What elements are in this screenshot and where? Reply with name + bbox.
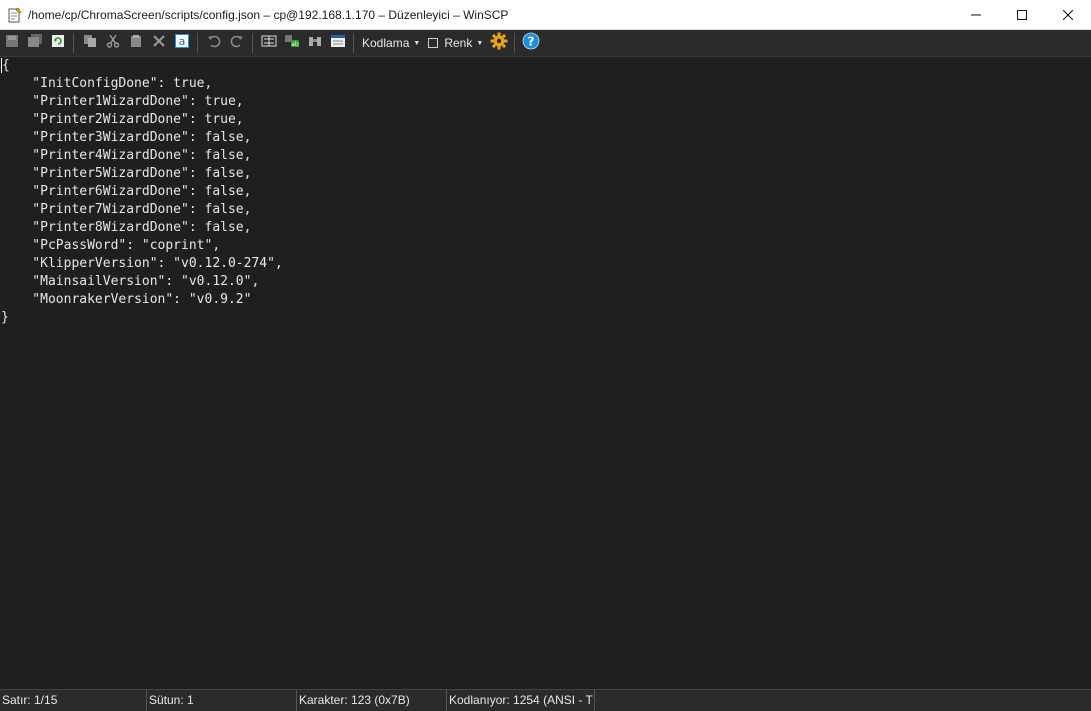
code-line: "Printer2WizardDone": true, <box>1 112 244 127</box>
code-line: "KlipperVersion": "v0.12.0-274", <box>1 256 283 271</box>
save-icon <box>5 34 19 53</box>
paste-icon <box>129 34 143 53</box>
status-line: Satır: 1/15 <box>0 690 147 711</box>
toolbar-separator <box>353 33 354 53</box>
encoding-dropdown[interactable]: Kodlama ▼ <box>358 32 424 54</box>
toolbar-separator <box>252 33 253 53</box>
color-checkbox[interactable] <box>428 38 439 48</box>
cut-button[interactable] <box>102 32 124 54</box>
redo-button[interactable] <box>226 32 248 54</box>
preferences-button[interactable] <box>488 32 510 54</box>
window-title: /home/cp/ChromaScreen/scripts/config.jso… <box>28 7 509 22</box>
title-bar: /home/cp/ChromaScreen/scripts/config.jso… <box>0 0 1091 30</box>
select-all-icon: a <box>175 33 189 53</box>
copy-button[interactable] <box>79 32 101 54</box>
status-empty <box>595 690 1091 711</box>
save-all-button[interactable] <box>24 32 46 54</box>
help-icon: ? <box>522 32 540 55</box>
go-to-line-button[interactable] <box>327 32 349 54</box>
code-line: } <box>1 310 9 325</box>
code-line: "PcPassWord": "coprint", <box>1 238 221 253</box>
find-button[interactable] <box>258 32 280 54</box>
code-line: "MainsailVersion": "v0.12.0", <box>1 274 260 289</box>
reload-icon <box>51 34 65 53</box>
help-button[interactable]: ? <box>520 32 542 54</box>
code-line: "Printer6WizardDone": false, <box>1 184 252 199</box>
code-line: "InitConfigDone": true, <box>1 76 213 91</box>
code-line: "Printer1WizardDone": true, <box>1 94 244 109</box>
find-text-icon <box>261 34 277 53</box>
text-editor[interactable]: { "InitConfigDone": true, "Printer1Wizar… <box>0 57 1091 687</box>
code-line: "MoonrakerVersion": "v0.9.2" <box>1 292 252 307</box>
notepad-icon <box>8 6 22 23</box>
undo-button[interactable] <box>203 32 225 54</box>
svg-text:?: ? <box>528 34 535 48</box>
code-line: "Printer4WizardDone": false, <box>1 148 252 163</box>
toolbar-separator <box>514 33 516 53</box>
minimize-button[interactable] <box>953 0 999 30</box>
toolbar-separator <box>73 33 74 53</box>
save-button[interactable] <box>1 32 23 54</box>
maximize-button[interactable] <box>999 0 1045 30</box>
window-controls <box>953 0 1091 30</box>
replace-button[interactable]: ab <box>281 32 303 54</box>
code-line: { <box>1 58 10 73</box>
go-to-line-icon <box>330 34 346 53</box>
caret-down-icon: ▼ <box>413 39 421 47</box>
svg-text:ab: ab <box>291 41 299 48</box>
select-all-button[interactable]: a <box>171 32 193 54</box>
color-dropdown[interactable]: Renk ▼ <box>424 32 487 54</box>
toolbar: a ab Kodlama ▼ Renk ▼ ? <box>0 30 1091 57</box>
code-line: "Printer3WizardDone": false, <box>1 130 252 145</box>
toolbar-separator <box>197 33 198 53</box>
status-column: Sütun: 1 <box>147 690 297 711</box>
code-line: "Printer8WizardDone": false, <box>1 220 252 235</box>
svg-text:a: a <box>179 35 186 48</box>
color-label: Renk <box>444 36 473 50</box>
replace-icon: ab <box>284 34 300 53</box>
delete-button[interactable] <box>148 32 170 54</box>
binoculars-icon <box>307 34 323 53</box>
redo-icon <box>230 34 244 53</box>
delete-icon <box>152 34 166 53</box>
find-next-button[interactable] <box>304 32 326 54</box>
close-button[interactable] <box>1045 0 1091 30</box>
save-all-icon <box>27 33 43 53</box>
caret-down-icon: ▼ <box>476 39 484 47</box>
code-line: "Printer5WizardDone": false, <box>1 166 252 181</box>
status-bar: Satır: 1/15 Sütun: 1 Karakter: 123 (0x7B… <box>0 689 1091 711</box>
status-character: Karakter: 123 (0x7B) <box>297 690 447 711</box>
code-line: "Printer7WizardDone": false, <box>1 202 252 217</box>
paste-button[interactable] <box>125 32 147 54</box>
copy-icon <box>83 34 97 53</box>
undo-icon <box>207 34 221 53</box>
scissors-icon <box>106 34 120 53</box>
status-encoding: Kodlanıyor: 1254 (ANSI - T <box>447 690 595 711</box>
encoding-label: Kodlama <box>362 36 410 50</box>
gear-icon <box>490 32 508 55</box>
reload-button[interactable] <box>47 32 69 54</box>
